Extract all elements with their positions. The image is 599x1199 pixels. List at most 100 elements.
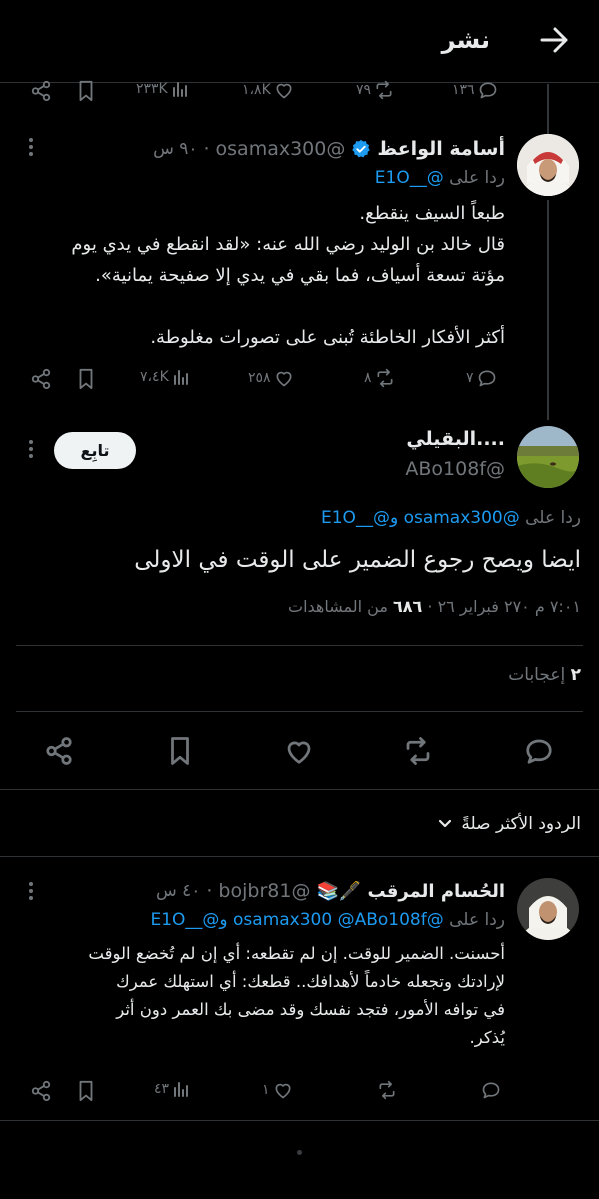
back-arrow-button[interactable] xyxy=(536,24,572,56)
tweet-text-line: لإرادتك وتجعله خادماً لأهدافك.. قطعك: أي… xyxy=(116,972,505,991)
like-button[interactable]: ١،٨K xyxy=(242,80,294,100)
repost-icon xyxy=(379,1080,395,1100)
repost-button[interactable] xyxy=(403,736,433,766)
header-bar: نشر xyxy=(0,0,599,82)
author-handle[interactable]: @osamax300 xyxy=(216,138,346,160)
share-button[interactable] xyxy=(30,368,52,390)
heart-icon xyxy=(276,371,292,387)
reply-icon xyxy=(479,82,496,99)
replies-count: ٧ xyxy=(466,370,474,386)
more-options-button[interactable] xyxy=(28,882,34,903)
main-tweet-text: ايضا ويصح رجوع الضمير على الوقت في الاول… xyxy=(134,547,581,573)
bookmark-button[interactable] xyxy=(76,80,96,102)
avatar[interactable] xyxy=(517,134,579,196)
replying-to-handle[interactable]: @osamax300 و@__E1O xyxy=(321,508,520,528)
reply-button[interactable] xyxy=(524,736,554,766)
share-button[interactable] xyxy=(30,80,52,102)
share-button[interactable] xyxy=(30,1080,52,1102)
views-count: ٢٣٣K xyxy=(136,81,168,97)
more-options-button[interactable] xyxy=(28,440,34,461)
loading-indicator xyxy=(297,1150,302,1155)
divider xyxy=(16,711,583,712)
reposts-count: ٧٩ xyxy=(356,82,372,98)
dot-separator: · xyxy=(203,138,210,160)
tweet-text-line: قال خالد بن الوليد رضي الله عنه: «لقد ان… xyxy=(71,234,505,255)
repost-button[interactable] xyxy=(374,1080,397,1100)
analytics-icon xyxy=(173,370,188,385)
replying-to-handle[interactable]: @__E1O xyxy=(375,168,444,188)
share-icon xyxy=(31,1080,51,1102)
replying-to-line: ردا على @osamax300 و@__E1O xyxy=(16,508,581,528)
author-name[interactable]: ....البقيلي xyxy=(300,428,505,450)
replying-to-line: ردا على @osamax300 @ABo108f و@__E1O xyxy=(16,910,505,930)
views-button[interactable]: ٤٣ xyxy=(154,1080,190,1098)
views-button[interactable]: ٧،٤K xyxy=(140,368,190,386)
repost-icon xyxy=(406,737,430,765)
like-button[interactable]: ١ xyxy=(262,1080,293,1100)
reply-icon xyxy=(526,739,552,764)
author-name[interactable]: أسامة الواعظ xyxy=(377,138,505,160)
author-name[interactable]: الحُسام المرقب 🖋️📚 xyxy=(316,881,505,902)
tweet-header: أسامة الواعظ @osamax300 · ٩٠ س xyxy=(140,136,505,162)
tweet-text-line: في توافه الأمور، فتجد نفسك وقد مضى بك ال… xyxy=(116,1000,505,1019)
views-count: ٦٨٦ xyxy=(393,597,423,616)
tweet-action-bar xyxy=(0,736,599,768)
tweet-text-line: أكثر الأفكار الخاطئة تُبنى على تصورات مغ… xyxy=(150,327,505,348)
bookmark-button[interactable] xyxy=(167,736,193,766)
like-button[interactable]: ٢٥٨ xyxy=(248,368,294,388)
follow-button[interactable]: تابِع xyxy=(54,432,136,469)
author-handle[interactable]: @ABo108f xyxy=(300,458,505,480)
reply-icon xyxy=(478,370,495,387)
divider xyxy=(16,645,583,646)
likes-summary-label: إعجابات xyxy=(508,665,566,685)
tweet-timestamp[interactable]: ٧:٠١ م ٢٧٠ فبراير ٢٦ · xyxy=(427,597,581,616)
avatar-image xyxy=(517,426,579,488)
share-button[interactable] xyxy=(44,736,74,766)
avatar-image xyxy=(517,878,579,940)
likes-count: ١ xyxy=(262,1082,270,1098)
divider xyxy=(0,856,599,857)
avatar[interactable] xyxy=(517,878,579,940)
tweet-time[interactable]: ٤٠ س xyxy=(156,881,200,901)
arrow-right-icon xyxy=(540,27,568,53)
likes-summary-count: ٢ xyxy=(570,665,581,685)
tweet-body: طبعاً السيف ينقطع. قال خالد بن الوليد رض… xyxy=(16,198,505,353)
tweet-text-line: مؤتة تسعة أسياف، فما بقي في يدي إلا صفيح… xyxy=(95,265,505,286)
repost-button[interactable]: ٨ xyxy=(364,368,395,388)
share-icon xyxy=(31,80,51,102)
tweet-time[interactable]: ٩٠ س xyxy=(153,139,197,159)
views-button[interactable]: ٢٣٣K xyxy=(136,80,189,98)
replying-to-line: ردا على @__E1O xyxy=(16,168,505,188)
tweet-meta: ٧:٠١ م ٢٧٠ فبراير ٢٦ · ٦٨٦ من المشاهدات xyxy=(16,597,581,616)
bookmark-button[interactable] xyxy=(76,1080,96,1102)
reply-button[interactable] xyxy=(478,1080,501,1100)
page-title: نشر xyxy=(441,26,490,54)
more-options-button[interactable] xyxy=(28,138,34,159)
follow-button-label: تابِع xyxy=(80,441,110,460)
bookmark-icon xyxy=(79,80,93,102)
reply-button[interactable]: ٧ xyxy=(466,368,497,388)
bookmark-icon xyxy=(79,1080,93,1102)
repost-icon xyxy=(376,80,392,100)
repost-icon xyxy=(377,368,393,388)
like-button[interactable] xyxy=(284,736,314,766)
author-handle[interactable]: @bojbr81 xyxy=(218,880,310,902)
tweet-text-line: أحسنت. الضمير للوقت. إن لم تقطعه: أي إن … xyxy=(88,944,505,963)
tweet-text-line: يُذكر. xyxy=(469,1028,505,1047)
tweet-action-bar: ٧،٤K ٢٥٨ ٨ ٧ xyxy=(0,368,599,392)
reply-icon xyxy=(482,1082,500,1099)
tweet-text-line: طبعاً السيف ينقطع. xyxy=(359,203,505,224)
reply-sort-dropdown[interactable]: الردود الأكثر صلةً xyxy=(400,814,581,834)
avatar-image xyxy=(517,134,579,196)
heart-icon xyxy=(287,741,311,764)
reply-button[interactable]: ١٣٦ xyxy=(452,80,498,100)
likes-summary[interactable]: ٢ إعجابات xyxy=(16,665,581,685)
bookmark-button[interactable] xyxy=(76,368,96,390)
heart-icon xyxy=(275,1083,291,1099)
avatar[interactable] xyxy=(517,426,579,488)
dot-separator: · xyxy=(206,880,213,902)
tweet-body: أحسنت. الضمير للوقت. إن لم تقطعه: أي إن … xyxy=(16,940,505,1052)
replying-to-handle[interactable]: @osamax300 @ABo108f و@__E1O xyxy=(150,910,443,930)
repost-button[interactable]: ٧٩ xyxy=(356,80,394,100)
share-icon xyxy=(46,737,72,765)
